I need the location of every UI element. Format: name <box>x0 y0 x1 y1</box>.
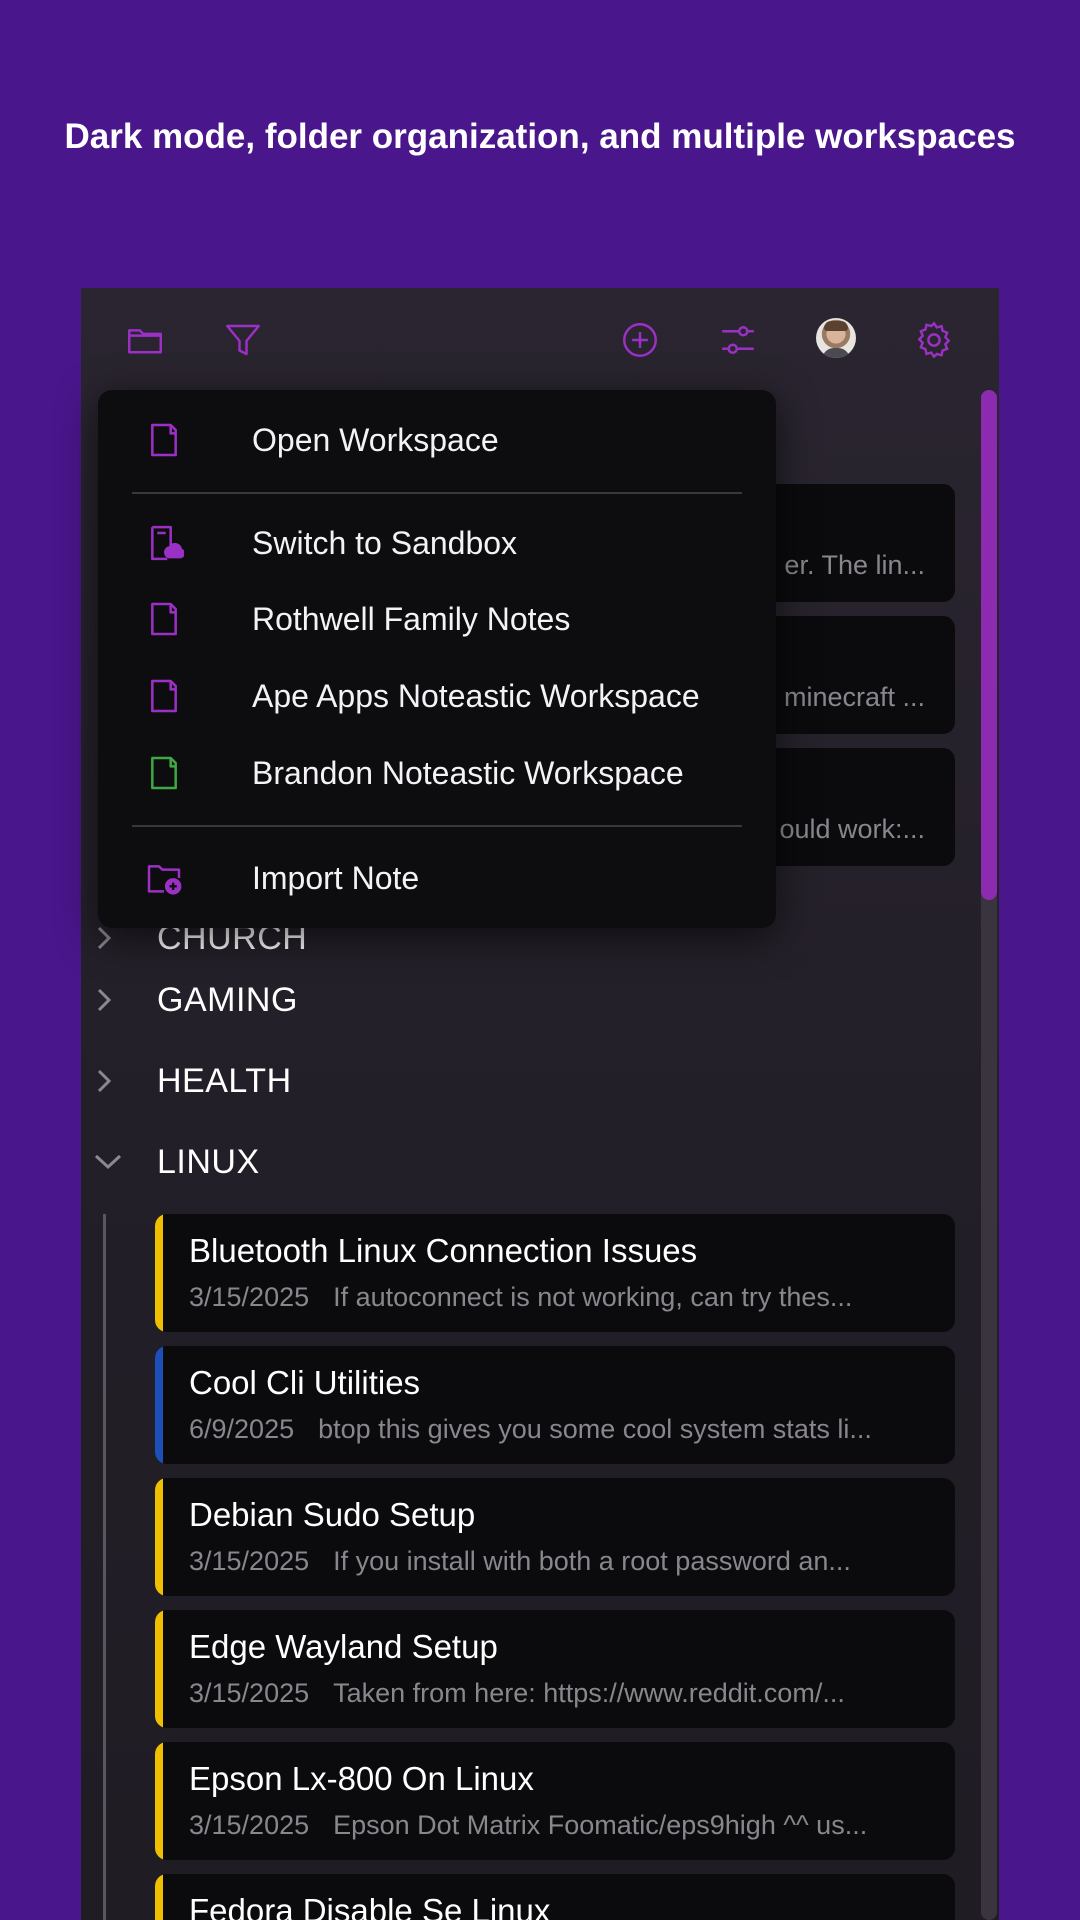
menu-item-switch-sandbox[interactable]: Switch to Sandbox <box>98 508 776 578</box>
note-color-bar <box>155 1214 163 1332</box>
note-meta: 3/15/2025 Epson Dot Matrix Foomatic/eps9h… <box>189 1810 929 1841</box>
folder-row-health[interactable]: HEALTH <box>81 1051 961 1111</box>
note-card[interactable]: Debian Sudo Setup 3/15/2025 If you instal… <box>155 1478 955 1596</box>
note-card[interactable]: Epson Lx-800 On Linux 3/15/2025 Epson Dot… <box>155 1742 955 1860</box>
note-title: Cool Cli Utilities <box>189 1364 421 1401</box>
sliders-icon[interactable] <box>716 318 760 362</box>
note-card[interactable]: Cool Cli Utilities 6/9/2025 btop this giv… <box>155 1346 955 1464</box>
filter-icon[interactable] <box>221 318 265 362</box>
notebook-icon <box>142 418 186 462</box>
note-preview: btop this gives you some cool system sta… <box>318 1414 872 1444</box>
note-preview: If you install with both a root password… <box>333 1546 851 1576</box>
note-date: 6/9/2025 <box>189 1414 295 1444</box>
note-meta: 3/15/2025 If you install with both a root… <box>189 1546 929 1577</box>
note-color-bar <box>155 1346 163 1464</box>
chevron-right-icon <box>93 985 123 1015</box>
scrollbar-thumb[interactable] <box>981 390 997 900</box>
note-meta: 6/9/2025 btop this gives you some cool sy… <box>189 1414 929 1445</box>
note-title: Fedora Disable Se Linux <box>189 1892 551 1920</box>
note-card[interactable]: Fedora Disable Se Linux <box>155 1874 955 1920</box>
note-title: Epson Lx-800 On Linux <box>189 1760 534 1797</box>
avatar[interactable] <box>816 318 856 358</box>
note-color-bar <box>155 1742 163 1860</box>
menu-item-open-workspace[interactable]: Open Workspace <box>98 405 776 475</box>
menu-item-label: Rothwell Family Notes <box>252 600 571 637</box>
tree-guide-line <box>103 1214 106 1920</box>
menu-item-workspace[interactable]: Ape Apps Noteastic Workspace <box>98 661 776 731</box>
note-date: 3/15/2025 <box>189 1546 310 1576</box>
note-card[interactable]: Edge Wayland Setup 3/15/2025 Taken from h… <box>155 1610 955 1728</box>
note-title: Edge Wayland Setup <box>189 1628 498 1665</box>
note-date: 3/15/2025 <box>189 1678 310 1708</box>
menu-item-workspace[interactable]: Brandon Noteastic Workspace <box>98 738 776 808</box>
folder-label: LINUX <box>157 1142 260 1181</box>
folder-label: GAMING <box>157 980 298 1019</box>
cloud-device-icon <box>142 521 186 565</box>
menu-item-import-note[interactable]: Import Note <box>98 843 776 913</box>
folder-icon[interactable] <box>123 318 167 362</box>
notebook-icon <box>142 674 186 718</box>
note-preview: Taken from here: https://www.reddit.com/… <box>333 1678 845 1708</box>
note-preview: If autoconnect is not working, can try t… <box>333 1282 853 1312</box>
notebook-icon <box>142 597 186 641</box>
note-date: 3/15/2025 <box>189 1810 310 1840</box>
note-meta: 3/15/2025 Taken from here: https://www.re… <box>189 1678 929 1709</box>
chevron-right-icon <box>93 1066 123 1096</box>
note-card[interactable]: Bluetooth Linux Connection Issues 3/15/2… <box>155 1214 955 1332</box>
gear-icon[interactable] <box>912 318 956 362</box>
menu-divider <box>132 492 742 494</box>
folder-label: HEALTH <box>157 1061 292 1100</box>
menu-item-label: Open Workspace <box>252 421 499 458</box>
menu-divider <box>132 825 742 827</box>
folder-row-gaming[interactable]: GAMING <box>81 970 961 1030</box>
note-color-bar <box>155 1874 163 1920</box>
chevron-down-icon <box>93 1151 123 1173</box>
menu-item-label: Ape Apps Noteastic Workspace <box>252 677 700 714</box>
note-preview: Epson Dot Matrix Foomatic/eps9high ^^ us… <box>333 1810 868 1840</box>
note-title: Bluetooth Linux Connection Issues <box>189 1232 698 1269</box>
note-color-bar <box>155 1478 163 1596</box>
add-circle-icon[interactable] <box>618 318 662 362</box>
menu-item-label: Switch to Sandbox <box>252 524 518 561</box>
notebook-icon <box>142 751 186 795</box>
folder-row-linux[interactable]: LINUX <box>81 1132 961 1192</box>
note-color-bar <box>155 1610 163 1728</box>
menu-item-workspace[interactable]: Rothwell Family Notes <box>98 584 776 654</box>
menu-item-label: Brandon Noteastic Workspace <box>252 754 684 791</box>
note-meta: 3/15/2025 If autoconnect is not working, … <box>189 1282 929 1313</box>
folder-add-icon <box>142 856 186 900</box>
note-title: Debian Sudo Setup <box>189 1496 476 1533</box>
workspace-menu: Open Workspace Switch to Sandbox Rothwel… <box>98 390 776 928</box>
banner-title: Dark mode, folder organization, and mult… <box>64 117 1016 156</box>
menu-item-label: Import Note <box>252 859 420 896</box>
note-date: 3/15/2025 <box>189 1282 310 1312</box>
